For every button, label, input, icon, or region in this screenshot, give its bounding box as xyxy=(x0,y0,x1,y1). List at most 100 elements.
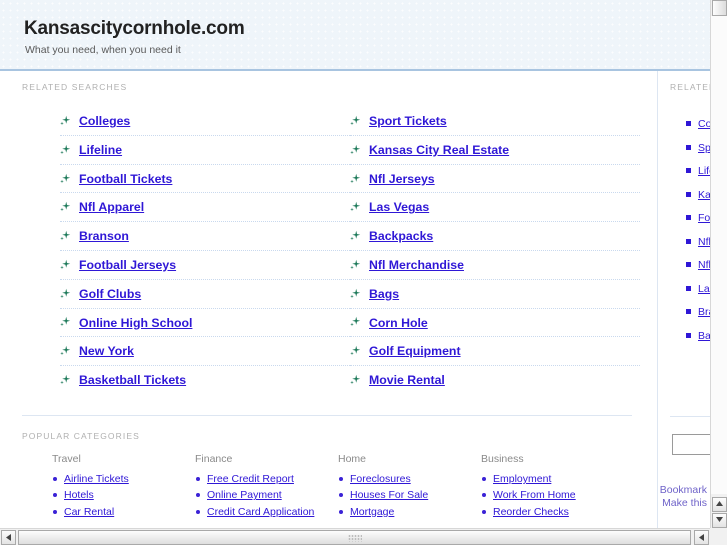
category-title: Finance xyxy=(195,453,233,465)
list-item: Car Rental xyxy=(52,504,195,520)
related-search-link[interactable]: Lifeline xyxy=(79,143,122,157)
square-bullet-icon xyxy=(686,191,691,197)
sparkle-bullet-icon xyxy=(60,288,71,299)
scroll-down-button[interactable] xyxy=(712,513,727,528)
vertical-scrollbar[interactable] xyxy=(710,0,727,528)
sidebar-search-input[interactable] xyxy=(672,434,710,455)
category-column: Business Employment Work From Home Reorder … xyxy=(481,453,624,520)
category-link[interactable]: Foreclosures xyxy=(350,473,411,485)
sparkle-bullet-icon xyxy=(350,115,361,126)
related-search-link[interactable]: Movie Rental xyxy=(369,373,445,387)
related-search-link[interactable]: Online High School xyxy=(79,316,192,330)
related-search-row: Football Tickets xyxy=(60,165,350,194)
related-search-link[interactable]: Las Vegas xyxy=(369,200,429,214)
list-item: Airline Tickets xyxy=(52,471,195,487)
category-link[interactable]: Car Rental xyxy=(64,506,114,518)
category-link[interactable]: Free Credit Report xyxy=(207,473,294,485)
sidebar-link[interactable]: Colleges xyxy=(698,118,710,130)
sidebar-link[interactable]: Football Tickets xyxy=(698,212,710,224)
category-link[interactable]: Airline Tickets xyxy=(64,473,129,485)
category-link-list: Free Credit Report Online Payment Credit C… xyxy=(195,471,338,520)
related-search-link[interactable]: Football Jerseys xyxy=(79,258,176,272)
sidebar-divider xyxy=(670,416,710,417)
sidebar-link[interactable]: Nfl Jerseys xyxy=(698,236,710,248)
horizontal-scrollbar-thumb[interactable] xyxy=(18,530,691,545)
horizontal-scrollbar[interactable] xyxy=(0,528,727,545)
related-search-row: Sport Tickets xyxy=(350,107,640,136)
category-link[interactable]: Mortgage xyxy=(350,506,394,518)
related-search-row: Colleges xyxy=(60,107,350,136)
scroll-left-button-secondary[interactable] xyxy=(694,530,709,545)
sparkle-bullet-icon xyxy=(60,144,71,155)
related-search-link[interactable]: Bags xyxy=(369,287,399,301)
category-link[interactable]: Hotels xyxy=(64,489,94,501)
category-link[interactable]: Online Payment xyxy=(207,489,282,501)
sparkle-bullet-icon xyxy=(350,316,361,327)
related-search-link[interactable]: Golf Clubs xyxy=(79,287,141,301)
category-link[interactable]: Credit Card Application xyxy=(207,506,314,518)
related-search-link[interactable]: Basketball Tickets xyxy=(79,373,186,387)
list-item: Online Payment xyxy=(195,487,338,503)
scroll-left-button[interactable] xyxy=(1,530,16,545)
scroll-up-button[interactable] xyxy=(712,497,727,512)
related-search-row: New York xyxy=(60,337,350,367)
category-link[interactable]: Houses For Sale xyxy=(350,489,428,501)
related-search-link[interactable]: Corn Hole xyxy=(369,316,428,330)
sidebar-link-row: Football Tickets xyxy=(686,207,710,231)
related-search-row: Nfl Jerseys xyxy=(350,165,640,194)
sidebar-link[interactable]: Sport Tickets xyxy=(698,142,710,154)
related-search-link[interactable]: New York xyxy=(79,344,134,358)
sidebar-link-row: Branson xyxy=(686,301,710,325)
site-tagline: What you need, when you need it xyxy=(25,44,181,56)
list-item: Hotels xyxy=(52,487,195,503)
sparkle-bullet-icon xyxy=(350,144,361,155)
related-search-link[interactable]: Nfl Jerseys xyxy=(369,172,435,186)
sidebar-footer-link[interactable]: Make this xyxy=(658,497,707,510)
category-link-list: Foreclosures Houses For Sale Mortgage xyxy=(338,471,481,520)
list-item: Free Credit Report xyxy=(195,471,338,487)
sidebar-footer-link[interactable]: Bookmark xyxy=(658,484,707,497)
category-link[interactable]: Reorder Checks xyxy=(493,506,569,518)
related-search-link[interactable]: Football Tickets xyxy=(79,172,172,186)
related-search-link[interactable]: Colleges xyxy=(79,114,130,128)
related-search-link[interactable]: Sport Tickets xyxy=(369,114,447,128)
category-link[interactable]: Employment xyxy=(493,473,551,485)
related-search-link[interactable]: Golf Equipment xyxy=(369,344,461,358)
square-bullet-icon xyxy=(686,285,691,291)
sidebar-link-row: Nfl Apparel xyxy=(686,254,710,278)
related-search-link[interactable]: Nfl Merchandise xyxy=(369,258,464,272)
category-column: Finance Free Credit Report Online Payment C… xyxy=(195,453,338,520)
sidebar-link-row: Colleges xyxy=(686,113,710,137)
chevron-left-icon xyxy=(699,534,704,541)
related-search-link[interactable]: Kansas City Real Estate xyxy=(369,143,509,157)
sidebar-link[interactable]: Nfl Apparel xyxy=(698,259,710,271)
scrollbar-grip-icon xyxy=(347,534,362,541)
sidebar-link[interactable]: Lifeline xyxy=(698,165,710,177)
sparkle-bullet-icon xyxy=(60,316,71,327)
related-search-row: Nfl Apparel xyxy=(60,193,350,223)
sparkle-bullet-icon xyxy=(350,259,361,270)
vertical-scrollbar-track[interactable] xyxy=(711,16,727,494)
sparkle-bullet-icon xyxy=(60,345,71,356)
sparkle-bullet-icon xyxy=(350,288,361,299)
sidebar-heading: RELATED xyxy=(670,82,710,92)
related-search-row: Kansas City Real Estate xyxy=(350,136,640,165)
square-bullet-icon xyxy=(686,238,691,244)
category-column: Travel Airline Tickets Hotels Car Rental xyxy=(52,453,195,520)
related-search-link[interactable]: Backpacks xyxy=(369,229,433,243)
sidebar-link[interactable]: Backpacks xyxy=(698,330,710,342)
list-item: Work From Home xyxy=(481,487,624,503)
related-search-link[interactable]: Branson xyxy=(79,229,129,243)
vertical-scrollbar-thumb[interactable] xyxy=(712,0,727,16)
page-content: Kansascitycornhole.com What you need, wh… xyxy=(0,0,710,528)
sidebar-link[interactable]: Las Vegas xyxy=(698,283,710,295)
sidebar-link[interactable]: Branson xyxy=(698,306,710,318)
related-searches-heading: RELATED SEARCHES xyxy=(22,82,128,92)
sidebar-link-list: Colleges Sport Tickets Lifeline Kansas City… xyxy=(686,113,710,348)
sparkle-bullet-icon xyxy=(60,230,71,241)
category-link[interactable]: Work From Home xyxy=(493,489,576,501)
sidebar-link[interactable]: Kansas City Real Estate xyxy=(698,189,710,201)
related-column-left: Colleges Lifeline Football Tickets Nfl Appa… xyxy=(60,107,350,395)
related-search-link[interactable]: Nfl Apparel xyxy=(79,200,144,214)
chevron-down-icon xyxy=(716,517,723,522)
